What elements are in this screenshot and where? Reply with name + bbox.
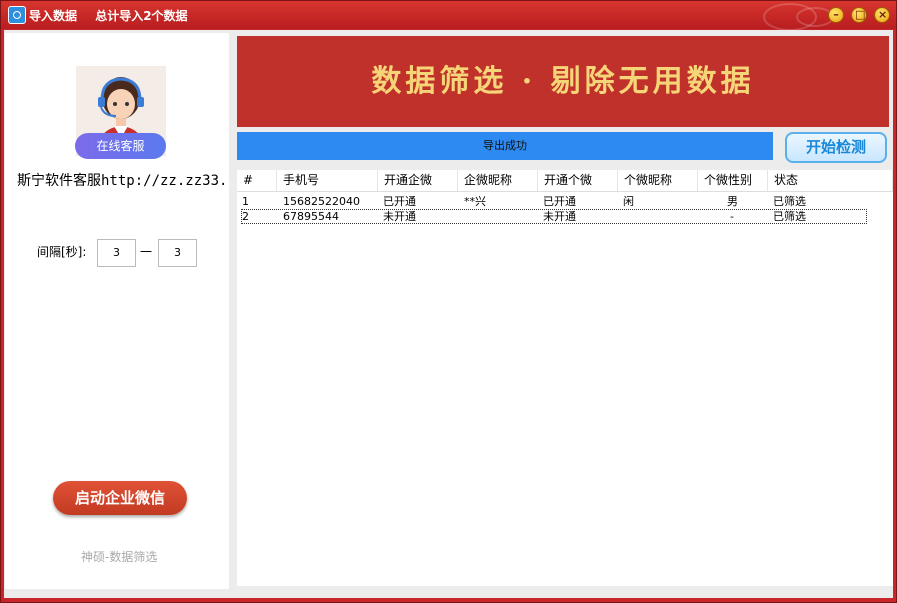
app-window: 导入数据 总计导入2个数据 – □ × 在线客服 斯宁软件客服http://zz…: [0, 0, 897, 603]
service-contact-text: 斯宁软件客服http://zz.zz33.: [17, 173, 228, 189]
column-header[interactable]: 手机号: [277, 170, 378, 191]
column-header[interactable]: 企微昵称: [458, 170, 538, 191]
client-area: 在线客服 斯宁软件客服http://zz.zz33. 间隔[秒]: 3 一 3 …: [4, 30, 893, 598]
column-header[interactable]: 状态: [768, 170, 893, 191]
window-title: 导入数据 总计导入2个数据: [29, 7, 202, 24]
progress-bar: 导出成功: [237, 132, 773, 160]
filter-status-cell: 已筛选: [773, 210, 806, 223]
filter-status-cell: 已筛选: [773, 195, 806, 208]
progress-status-text: 导出成功: [483, 139, 527, 152]
minimize-icon: –: [833, 8, 839, 21]
wecom-status-cell: 已开通: [383, 195, 416, 208]
interval-min-input[interactable]: 3: [97, 239, 136, 267]
wecom-nickname-cell: **兴: [464, 195, 486, 208]
column-header[interactable]: 开通企微: [378, 170, 458, 191]
online-service-button[interactable]: 在线客服: [75, 133, 166, 159]
wechat-nickname-cell: 闲: [623, 195, 634, 208]
title-subtitle: 总计导入2个数据: [95, 9, 188, 23]
phone-cell: 67895544: [283, 210, 339, 223]
interval-max-input[interactable]: 3: [158, 239, 197, 267]
column-header[interactable]: 个微昵称: [618, 170, 698, 191]
title-bar[interactable]: 导入数据 总计导入2个数据 – □ ×: [1, 1, 896, 31]
interval-separator: 一: [140, 245, 153, 259]
phone-cell: 15682522040: [283, 195, 360, 208]
wechat-gender-cell: -: [730, 210, 734, 223]
banner-text: 数据筛选 · 剔除无用数据: [371, 64, 755, 99]
column-header[interactable]: 开通个微: [538, 170, 618, 191]
wecom-status-cell: 未开通: [383, 210, 416, 223]
start-wecom-button[interactable]: 启动企业微信: [53, 481, 187, 515]
app-icon: [8, 6, 26, 24]
table-row[interactable]: 2 67895544 未开通 未开通 - 已筛选: [241, 209, 867, 224]
footer-label: 神硕-数据筛选: [81, 550, 158, 564]
column-header[interactable]: #: [237, 170, 277, 191]
banner: 数据筛选 · 剔除无用数据: [237, 36, 889, 127]
wechat-gender-cell: 男: [727, 195, 738, 208]
wechat-status-cell: 已开通: [543, 195, 576, 208]
maximize-icon: □: [855, 8, 866, 21]
wechat-status-cell: 未开通: [543, 210, 576, 223]
minimize-button[interactable]: –: [828, 7, 844, 23]
interval-label: 间隔[秒]:: [37, 245, 87, 259]
close-icon: ×: [878, 8, 888, 21]
table-row[interactable]: 1 15682522040 已开通 **兴 已开通 闲 男 已筛选: [237, 194, 893, 209]
results-table[interactable]: # 手机号 开通企微 企微昵称 开通个微 个微昵称 个微性别 状态 1 1568…: [237, 170, 893, 586]
column-header[interactable]: 个微性别: [698, 170, 768, 191]
maximize-button[interactable]: □: [851, 7, 867, 23]
title-label: 导入数据: [29, 9, 78, 23]
close-button[interactable]: ×: [874, 7, 890, 23]
start-detection-button[interactable]: 开始检测: [785, 132, 887, 163]
table-header: # 手机号 开通企微 企微昵称 开通个微 个微昵称 个微性别 状态: [237, 170, 893, 192]
row-index: 1: [242, 195, 249, 208]
left-panel: 在线客服 斯宁软件客服http://zz.zz33. 间隔[秒]: 3 一 3 …: [5, 33, 229, 589]
row-index: 2: [242, 210, 249, 223]
